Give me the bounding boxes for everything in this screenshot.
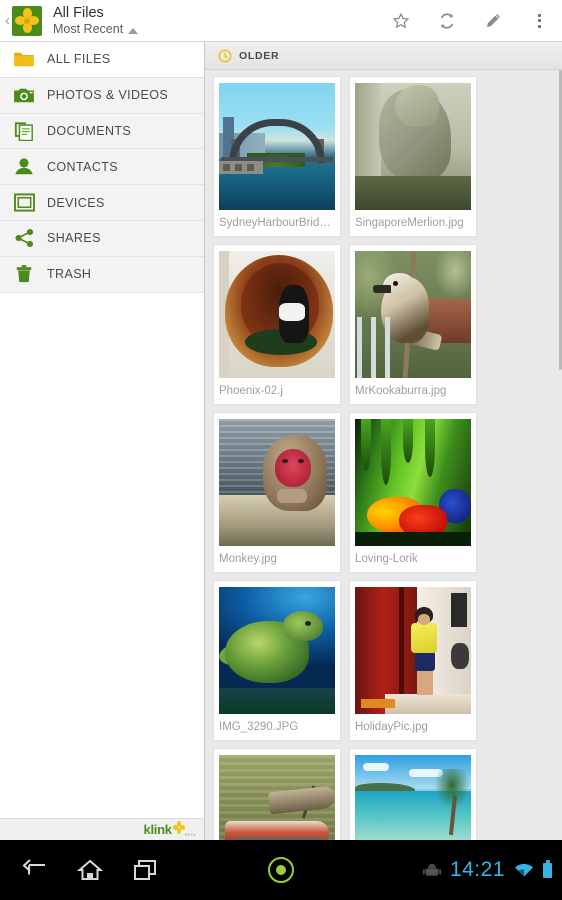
klink-flower-logo-icon	[172, 821, 186, 834]
file-card-grid: SydneyHarbourBrid… SingaporeMerlion.jpg	[205, 70, 562, 840]
file-thumbnail[interactable]	[219, 587, 335, 714]
file-thumbnail[interactable]	[219, 251, 335, 378]
sidebar-label: SHARES	[47, 231, 101, 246]
action-bar: ‹ All Files Most Recent	[0, 0, 562, 42]
file-name: HolidayPic.jpg	[355, 721, 428, 733]
recent-apps-icon	[134, 860, 156, 880]
group-label: OLDER	[239, 49, 280, 62]
favorite-button[interactable]	[378, 0, 424, 42]
wifi-icon	[515, 864, 533, 877]
file-card[interactable]: Monkey.jpg	[213, 412, 341, 573]
group-header-older: OLDER	[205, 42, 562, 70]
file-card[interactable]: MrKookaburra.jpg	[349, 244, 477, 405]
refresh-sync-icon	[440, 12, 454, 29]
klink-brand-footer: klink BETA	[0, 818, 204, 840]
refresh-button[interactable]	[424, 0, 470, 42]
file-thumbnail[interactable]	[219, 419, 335, 546]
file-name: SydneyHarbourBrid…	[219, 217, 331, 229]
sidebar-item-all-files[interactable]: ALL FILES	[0, 42, 204, 78]
file-thumbnail[interactable]	[355, 419, 471, 546]
page-title: All Files	[53, 5, 104, 21]
file-thumbnail[interactable]	[355, 587, 471, 714]
sort-label: Most Recent	[53, 22, 124, 36]
sidebar-label: CONTACTS	[47, 159, 119, 174]
star-outline-icon	[392, 12, 410, 28]
file-thumbnail[interactable]	[219, 755, 335, 840]
navigation-sidebar: ALL FILES PHOTOS & VIDEOS DOCUMENTS CONT…	[0, 42, 205, 840]
sidebar-label: PHOTOS & VIDEOS	[47, 88, 169, 103]
sidebar-label: TRASH	[47, 267, 92, 282]
clock-icon	[218, 48, 232, 63]
file-card[interactable]: IMG_3290.JPG	[213, 580, 341, 741]
sidebar-item-trash[interactable]: TRASH	[0, 256, 204, 293]
contact-icon	[10, 155, 38, 179]
share-icon	[10, 226, 38, 250]
sidebar-item-devices[interactable]: DEVICES	[0, 185, 204, 221]
flower-center	[24, 17, 30, 24]
klink-wordmark: klink	[143, 822, 172, 837]
sidebar-item-photos-videos[interactable]: PHOTOS & VIDEOS	[0, 77, 204, 114]
sidebar-label: DOCUMENTS	[47, 123, 132, 138]
file-thumbnail[interactable]	[355, 83, 471, 210]
file-name: MrKookaburra.jpg	[355, 385, 447, 397]
sidebar-label: DEVICES	[47, 195, 105, 210]
klink-flower-icon[interactable]	[12, 5, 42, 36]
title-block[interactable]: All Files Most Recent	[53, 5, 139, 36]
file-card[interactable]: SydneyHarbourBrid…	[213, 76, 341, 237]
action-bar-buttons	[378, 0, 562, 42]
camera-icon	[10, 83, 38, 107]
nav-button-group	[6, 840, 174, 900]
status-indicators: 14:21	[422, 858, 562, 882]
file-name: Loving-Lorik	[355, 553, 418, 565]
pencil-edit-icon	[487, 13, 500, 27]
file-thumbnail[interactable]	[355, 251, 471, 378]
file-card[interactable]: HolidayPic-0	[213, 748, 341, 840]
file-thumbnail[interactable]	[219, 83, 335, 210]
file-card[interactable]: SingaporeMerlion.jpg	[349, 76, 477, 237]
three-dots-vertical-icon	[537, 13, 541, 28]
sidebar-item-documents[interactable]: DOCUMENTS	[0, 113, 204, 150]
documents-icon	[10, 119, 38, 143]
klink-app-window: ‹ All Files Most Recent ALL FILES PHOTOS…	[0, 0, 562, 900]
battery-full-icon	[543, 860, 552, 878]
home-icon	[77, 859, 103, 880]
file-name: Phoenix-02.j	[219, 385, 283, 397]
file-card[interactable]: HolidayPic.jpg	[349, 580, 477, 741]
file-thumbnail[interactable]	[355, 755, 471, 840]
android-robot-icon	[422, 864, 441, 876]
device-icon	[10, 191, 38, 215]
file-name: SingaporeMerlion.jpg	[355, 217, 464, 229]
edit-button[interactable]	[470, 0, 516, 42]
assist-button[interactable]	[268, 857, 294, 883]
file-card[interactable]: Loving-Lorik	[349, 412, 477, 573]
file-card[interactable]: fiji-beach-01.jpg	[349, 748, 477, 840]
back-button[interactable]	[6, 840, 62, 900]
sidebar-item-shares[interactable]: SHARES	[0, 220, 204, 257]
sidebar-empty-space	[0, 293, 204, 840]
dropdown-triangle-icon	[128, 28, 139, 34]
sort-selector[interactable]: Most Recent	[53, 22, 139, 36]
trash-icon	[10, 262, 38, 286]
file-grid-area[interactable]: OLDER SydneyHarbourBrid… SingaporeMerlio…	[205, 42, 562, 840]
folder-icon	[10, 47, 38, 71]
system-navigation-bar: 14:21	[0, 840, 562, 900]
sidebar-item-contacts[interactable]: CONTACTS	[0, 149, 204, 186]
file-name: Monkey.jpg	[219, 553, 277, 565]
system-clock: 14:21	[449, 858, 505, 881]
recents-button[interactable]	[118, 840, 174, 900]
file-name: IMG_3290.JPG	[219, 721, 299, 733]
home-button[interactable]	[62, 840, 118, 900]
file-card[interactable]: Phoenix-02.j	[213, 244, 341, 405]
beta-badge: BETA	[184, 832, 196, 837]
back-arrow-icon	[22, 859, 45, 875]
overflow-button[interactable]	[516, 0, 562, 42]
circle-assist-icon	[276, 865, 286, 875]
sidebar-label: ALL FILES	[47, 52, 111, 67]
